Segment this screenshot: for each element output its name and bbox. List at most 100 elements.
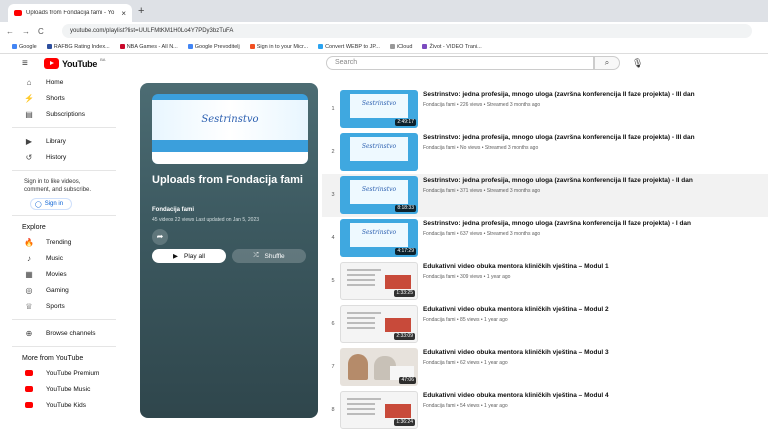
bookmark-item[interactable]: RAFBG Rating Index... [46, 44, 110, 50]
sidebar-item-home[interactable]: ⌂ Home [0, 74, 128, 90]
playlist-owner[interactable]: Fondacija fami [152, 207, 194, 213]
mic-icon[interactable]: 🎙 [632, 58, 643, 69]
sidebar-item-shorts[interactable]: ⚡ Shorts [0, 90, 128, 106]
search-input[interactable]: Search [326, 56, 594, 70]
sidebar-item-label: Music [46, 254, 63, 262]
video-index: 3 [331, 192, 335, 198]
bookmark-item[interactable]: Convert WEBP to JP... [318, 44, 380, 50]
playlist-thumbnail[interactable]: Sestrinstvo [152, 94, 308, 164]
url-field[interactable]: youtube.com/playlist?list=UULFMtKM1H0Lo4… [62, 24, 752, 38]
bookmark-item[interactable]: Google Prevoditelj [187, 44, 240, 50]
sidebar-item-history[interactable]: ↺ History [0, 149, 128, 165]
video-row[interactable]: 7 47:06 Edukativni video obuka mentora kli… [322, 346, 768, 389]
playlist-title: Uploads from Fondacija fami [152, 174, 303, 186]
video-row[interactable]: 4 Sestrinstvo 4:17:29 Sestrinstvo: jedna pr… [322, 217, 768, 260]
video-thumbnail[interactable]: Sestrinstvo 2:49:17 [340, 90, 418, 128]
play-all-button[interactable]: ▶ Play all [152, 249, 226, 263]
shorts-icon: ⚡ [24, 93, 34, 103]
sidebar-item-label: History [46, 153, 67, 161]
thumbnail-line [347, 279, 375, 281]
trending-icon: 🔥 [24, 237, 34, 247]
shuffle-button[interactable]: ⤮ Shuffle [232, 249, 306, 263]
forward-icon[interactable]: → [22, 27, 30, 36]
bookmark-item[interactable]: Sign in to your Micr... [249, 44, 308, 50]
video-thumbnail[interactable]: 1:33:25 [340, 262, 418, 300]
video-thumbnail[interactable]: 47:06 [340, 348, 418, 386]
video-thumbnail[interactable]: 2:33:09 [340, 305, 418, 343]
video-title[interactable]: Edukativni video obuka mentora kliničkih… [423, 263, 763, 270]
playlist-header-panel: Sestrinstvo Uploads from Fondacija fami … [140, 83, 318, 418]
bookmark-item[interactable]: Život - VIDEO Trani... [422, 44, 482, 50]
sidebar-item-browse-channels[interactable]: ⊕ Browse channels [0, 325, 128, 341]
address-bar-row: ← → C youtube.com/playlist?list=UULFMtKM… [0, 22, 768, 40]
thumbnail-line [347, 317, 375, 319]
video-index: 6 [331, 321, 335, 327]
thumbnail-line [347, 312, 381, 314]
browser-tab[interactable]: Uploads from Fondacija fami - Yo × [8, 4, 132, 22]
sidebar-item-movies[interactable]: ▦ Movies [0, 266, 128, 282]
bookmark-favicon-icon [389, 44, 395, 49]
sidebar-item-subscriptions[interactable]: ▤ Subscriptions [0, 106, 128, 122]
bookmark-item[interactable]: Google [12, 44, 37, 50]
sidebar-item-youtube-premium[interactable]: YouTube Premium [0, 365, 128, 381]
search-button[interactable]: ⌕ [594, 56, 620, 70]
thumbnail-line [347, 408, 375, 410]
signin-button[interactable]: ◯ Sign in [30, 198, 72, 210]
tab-title: Uploads from Fondacija fami - Yo [26, 10, 115, 16]
video-row[interactable]: 1 Sestrinstvo 2:49:17 Sestrinstvo: jedna pr… [322, 88, 768, 131]
sidebar-item-music[interactable]: ♪ Music [0, 250, 128, 266]
video-title[interactable]: Sestrinstvo: jedna profesija, mnogo ulog… [423, 220, 763, 227]
sidebar-item-library[interactable]: ▶ Library [0, 133, 128, 149]
sidebar-item-label: Gaming [46, 286, 69, 294]
share-icon[interactable]: ➦ [152, 229, 168, 245]
video-index: 4 [331, 235, 335, 241]
shuffle-icon: ⤮ [253, 252, 259, 259]
video-thumbnail[interactable]: Sestrinstvo 4:17:29 [340, 219, 418, 257]
new-tab-button[interactable]: + [138, 5, 144, 17]
sidebar-item-label: Library [46, 137, 66, 145]
hamburger-icon[interactable]: ≡ [22, 59, 28, 69]
video-thumbnail[interactable]: Sestrinstvo 8:18:33 [340, 176, 418, 214]
reload-icon[interactable]: C [38, 27, 44, 36]
music-icon: ♪ [27, 253, 31, 263]
thumbnail-text: Sestrinstvo [361, 229, 397, 236]
divider [12, 215, 116, 216]
sidebar-item-sports[interactable]: ♕ Sports [0, 298, 128, 314]
video-row[interactable]: 3 Sestrinstvo 8:18:33 Sestrinstvo: jedna pr… [322, 174, 768, 217]
sidebar-item-label: Sports [46, 302, 65, 310]
video-thumbnail[interactable]: Sestrinstvo [340, 133, 418, 171]
thumbnail-line [347, 413, 375, 415]
video-index: 2 [331, 149, 335, 155]
video-index: 8 [331, 407, 335, 413]
sidebar-item-youtube-kids[interactable]: YouTube Kids [0, 397, 128, 413]
video-duration: 47:06 [399, 377, 416, 384]
youtube-logo[interactable]: YouTube BA [44, 57, 105, 69]
thumbnail-text: Sestrinstvo [201, 114, 259, 125]
thumbnail-line [347, 269, 381, 271]
history-icon: ↺ [25, 152, 33, 162]
video-title[interactable]: Sestrinstvo: jedna profesija, mnogo ulog… [423, 134, 763, 141]
sidebar-item-gaming[interactable]: ◎ Gaming [0, 282, 128, 298]
thumbnail-line [347, 274, 375, 276]
video-title[interactable]: Sestrinstvo: jedna profesija, mnogo ulog… [423, 91, 763, 98]
sidebar-item-youtube-music[interactable]: YouTube Music [0, 381, 128, 397]
tab-close-icon[interactable]: × [121, 9, 126, 18]
video-row[interactable]: 2 Sestrinstvo Sestrinstvo: jedna profesija… [322, 131, 768, 174]
library-icon: ▶ [25, 136, 33, 146]
sidebar-item-label: Home [46, 78, 64, 86]
video-thumbnail[interactable]: 1:36:24 [340, 391, 418, 429]
bookmark-item[interactable]: iCloud [389, 44, 412, 50]
sidebar: ⌂ Home ⚡ Shorts ▤ Subscriptions ▶ Library ↺ Hist… [0, 74, 128, 419]
video-title[interactable]: Edukativni video obuka mentora kliničkih… [423, 349, 763, 356]
thumbnail-text: Sestrinstvo [361, 186, 397, 193]
video-meta: Fondacija fami • No views • Streamed 3 m… [423, 145, 539, 151]
bookmark-item[interactable]: NBA Games - All N... [119, 44, 178, 50]
video-title[interactable]: Edukativni video obuka mentora kliničkih… [423, 392, 763, 399]
video-title[interactable]: Edukativni video obuka mentora kliničkih… [423, 306, 763, 313]
video-row[interactable]: 6 2:33:09 Edukativni video obuka mentora k… [322, 303, 768, 346]
video-row[interactable]: 8 1:36:24 Edukativni video obuka mentora k… [322, 389, 768, 432]
video-row[interactable]: 5 1:33:25 Edukativni video obuka mentora k… [322, 260, 768, 303]
back-icon[interactable]: ← [6, 27, 14, 36]
video-title[interactable]: Sestrinstvo: jedna profesija, mnogo ulog… [423, 177, 763, 184]
sidebar-item-trending[interactable]: 🔥 Trending [0, 234, 128, 250]
